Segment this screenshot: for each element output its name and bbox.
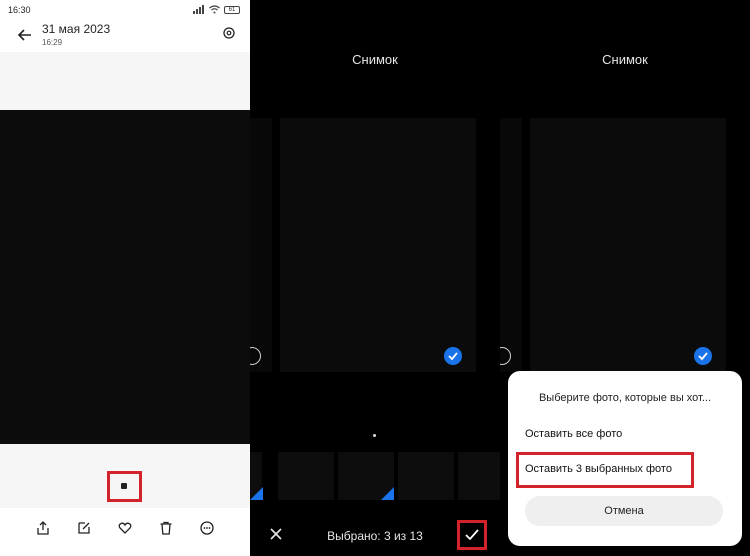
gallery-viewer: 16:30 61 31 мая 2023 16:29: [0, 0, 250, 556]
signal-icon: [193, 5, 204, 14]
check-icon: [698, 352, 708, 361]
burst-title: Снимок: [602, 52, 648, 67]
wifi-icon: [209, 5, 220, 14]
burst-picker: Снимок Выбрано: 3 из 13: [250, 0, 500, 556]
photo-date: 31 мая 2023: [42, 22, 111, 36]
strip-frame[interactable]: [458, 452, 500, 500]
battery-level: 61: [228, 6, 236, 13]
confirm-check-icon[interactable]: [464, 527, 480, 543]
burst-frame-current[interactable]: [280, 118, 476, 372]
save-dialog: Выберите фото, которые вы хот... Оставит…: [508, 371, 742, 546]
photo-view[interactable]: [0, 110, 250, 444]
viewer-header: 31 мая 2023 16:29: [0, 20, 250, 52]
delete-icon[interactable]: [158, 520, 174, 536]
dialog-title: Выберите фото, которые вы хот...: [538, 392, 712, 404]
strip-frame[interactable]: [398, 452, 454, 500]
strip-frame[interactable]: [278, 452, 334, 500]
back-arrow-icon[interactable]: [14, 24, 36, 46]
burst-title: Снимок: [352, 52, 398, 67]
burst-frame-prev[interactable]: [250, 118, 272, 372]
burst-frame-current: [530, 118, 726, 372]
burst-frame-prev: [500, 118, 522, 372]
bottom-toolbar: [0, 508, 250, 556]
keep-selected-option[interactable]: Оставить 3 выбранных фото: [525, 463, 672, 475]
share-icon[interactable]: [35, 520, 51, 536]
edit-icon[interactable]: [76, 520, 92, 536]
cancel-button[interactable]: Отмена: [525, 496, 723, 526]
frame-checkbox-checked: [694, 347, 712, 365]
status-time: 16:30: [8, 5, 31, 15]
photo-time: 16:29: [42, 38, 63, 47]
frame-checkbox-checked[interactable]: [444, 347, 462, 365]
status-bar: 16:30 61: [0, 0, 250, 20]
settings-icon[interactable]: [222, 26, 236, 40]
more-icon[interactable]: [199, 520, 215, 536]
favorite-icon[interactable]: [117, 520, 133, 536]
check-icon: [448, 352, 458, 361]
selected-tick-icon: [250, 487, 263, 500]
burst-picker-dialog: Снимок Выберите фото, которые вы хот... …: [500, 0, 750, 556]
burst-thumbnail[interactable]: [121, 483, 127, 489]
battery-icon: 61: [224, 5, 240, 14]
selected-tick-icon: [381, 487, 394, 500]
keep-all-option[interactable]: Оставить все фото: [525, 428, 622, 440]
